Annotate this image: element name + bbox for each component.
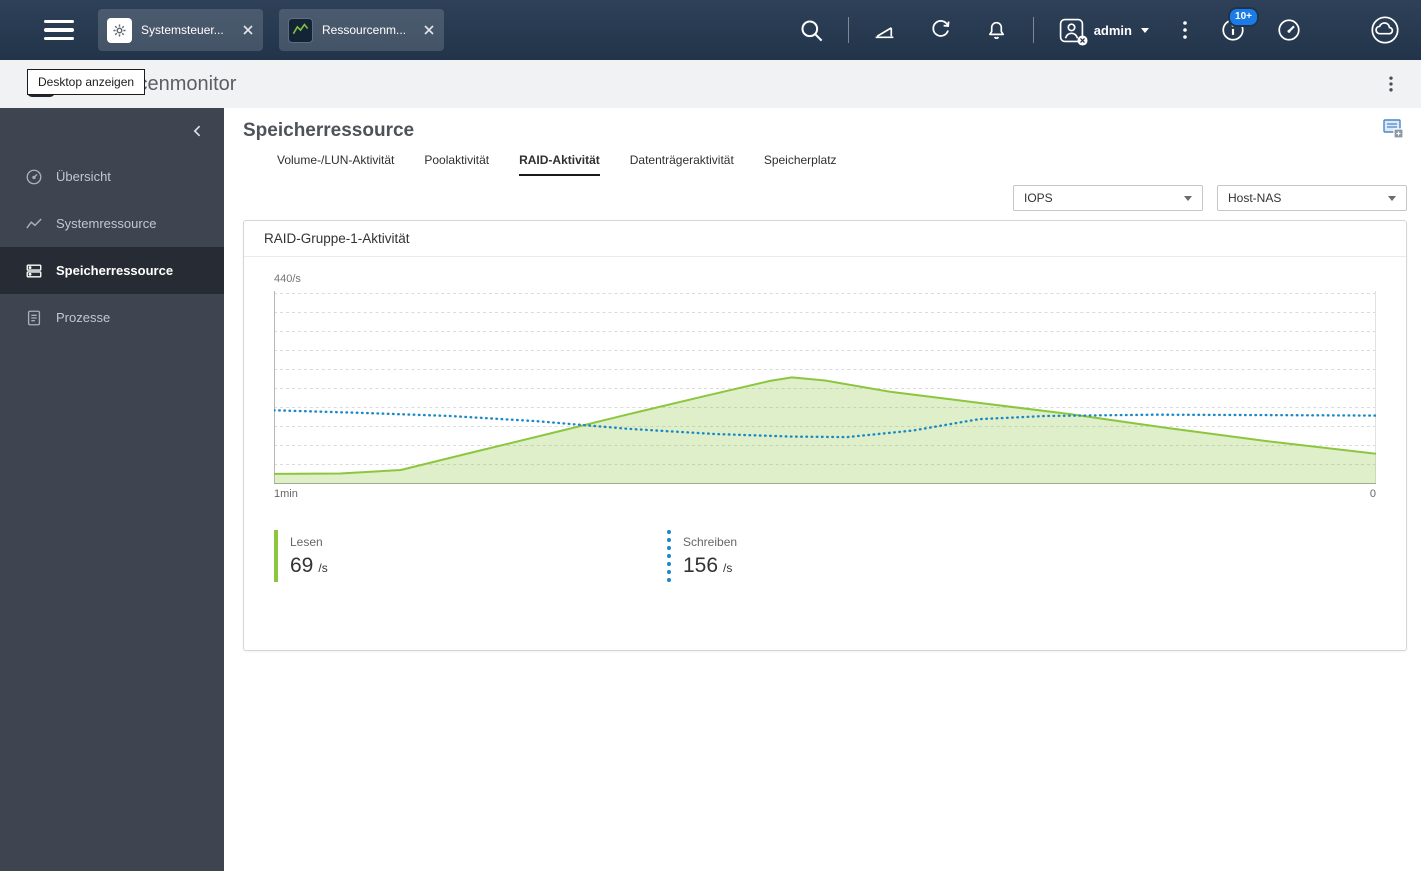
filter-row: IOPS Host-NAS — [243, 185, 1407, 211]
sync-icon[interactable] — [913, 0, 969, 60]
overview-gauge-icon — [26, 169, 42, 184]
system-records-icon[interactable] — [1381, 116, 1407, 147]
close-tab-icon[interactable] — [418, 25, 434, 35]
tab-speicherplatz[interactable]: Speicherplatz — [764, 153, 837, 176]
process-list-icon — [27, 310, 41, 325]
host-select[interactable]: Host-NAS — [1217, 185, 1407, 211]
chart-legend: Lesen 69 /s Schreiben 156 /s — [244, 530, 1406, 582]
taskbar-tab-label: Systemsteuer... — [141, 23, 224, 37]
y-axis-max-label: 440/s — [274, 273, 301, 285]
raid-activity-chart: 440/s 1min 0 — [244, 257, 1406, 500]
user-avatar-icon — [1058, 17, 1088, 46]
sidebar-item-label: Speicherressource — [56, 263, 174, 278]
resource-monitor-chart-icon — [288, 17, 313, 43]
sidebar: Übersicht Systemressource Speicherressou… — [0, 108, 224, 871]
divider — [847, 17, 849, 43]
legend-unit: /s — [723, 560, 733, 575]
sidebar-collapse-chevron-icon[interactable] — [0, 108, 224, 153]
sidebar-item-systemressource[interactable]: Systemressource — [0, 200, 224, 247]
topbar: Systemsteuer... Ressourcenm... admin 10+ — [0, 0, 1421, 60]
legend-value: 156 — [683, 553, 719, 577]
main-menu-icon[interactable] — [44, 19, 74, 41]
user-menu[interactable]: admin — [1042, 17, 1165, 46]
myqnapcloud-icon[interactable] — [1357, 0, 1413, 60]
control-panel-gear-icon — [107, 17, 132, 43]
chevron-down-icon — [1184, 195, 1192, 201]
card-title: RAID-Gruppe-1-Aktivität — [244, 221, 1406, 257]
sidebar-item-label: Prozesse — [56, 310, 111, 325]
page-title: Speicherressource — [243, 120, 415, 141]
main-content: Speicherressource Volume-/LUN-Aktivität … — [224, 108, 1421, 871]
taskbar-tabs: Systemsteuer... Ressourcenm... — [98, 9, 444, 51]
desktop-anzeigen-tooltip: Desktop anzeigen — [27, 69, 146, 95]
notifications-info-icon[interactable]: 10+ — [1205, 0, 1261, 60]
taskbar-tab-label: Ressourcenm... — [322, 23, 407, 37]
raid-activity-card: RAID-Gruppe-1-Aktivität 440/s 1min 0 Les… — [243, 220, 1407, 651]
sidebar-item-label: Systemressource — [56, 216, 157, 231]
x-axis-left-label: 1min — [274, 488, 298, 500]
close-tab-icon[interactable] — [237, 25, 253, 35]
more-options-icon[interactable] — [1165, 0, 1205, 60]
background-tasks-icon[interactable] — [857, 0, 913, 60]
legend-value: 69 — [290, 553, 314, 577]
legend-item-lesen: Lesen 69 /s — [274, 530, 667, 582]
x-axis-labels: 1min 0 — [274, 488, 1376, 500]
tab-poolaktivitaet[interactable]: Poolaktivität — [424, 153, 489, 176]
plot-area — [274, 291, 1376, 484]
metric-select[interactable]: IOPS — [1013, 185, 1203, 211]
activity-tabs: Volume-/LUN-Aktivität Poolaktivität RAID… — [277, 153, 1407, 176]
taskbar-tab-control-panel[interactable]: Systemsteuer... — [98, 9, 263, 51]
chevron-down-icon — [1388, 195, 1396, 201]
user-status-badge-icon — [1077, 34, 1088, 46]
screen: Systemsteuer... Ressourcenm... admin 10+… — [0, 0, 1421, 871]
legend-unit: /s — [318, 560, 328, 575]
window-options-kebab-icon[interactable] — [1379, 72, 1403, 96]
dashboard-gauge-icon[interactable] — [1261, 0, 1317, 60]
tab-raid-aktivitaet[interactable]: RAID-Aktivität — [519, 153, 600, 176]
x-axis-right-label: 0 — [1369, 488, 1376, 500]
notifications-bell-icon[interactable] — [969, 0, 1025, 60]
notification-count-badge: 10+ — [1228, 7, 1259, 27]
topbar-actions: admin 10+ — [784, 0, 1413, 60]
divider — [1032, 17, 1034, 43]
search-icon[interactable] — [784, 0, 840, 60]
line-chart-icon — [26, 218, 42, 228]
legend-item-schreiben: Schreiben 156 /s — [667, 530, 737, 582]
tab-volume-lun-aktivitaet[interactable]: Volume-/LUN-Aktivität — [277, 153, 394, 176]
chevron-down-icon — [1141, 27, 1149, 33]
sidebar-item-speicherressource[interactable]: Speicherressource — [0, 247, 224, 294]
username-label: admin — [1093, 22, 1132, 38]
sidebar-item-label: Übersicht — [56, 169, 111, 184]
legend-label: Lesen — [290, 534, 323, 549]
raid-activity-plot-svg — [274, 291, 1376, 484]
sidebar-item-uebersicht[interactable]: Übersicht — [0, 153, 224, 200]
tab-datentraegeraktivitaet[interactable]: Datenträgeraktivität — [630, 153, 734, 176]
sidebar-item-prozesse[interactable]: Prozesse — [0, 294, 224, 341]
window-titlebar: Ressourcenmonitor Desktop anzeigen — [0, 60, 1421, 108]
legend-label: Schreiben — [683, 534, 738, 549]
metric-select-value: IOPS — [1024, 191, 1053, 205]
storage-stack-icon — [26, 263, 42, 278]
taskbar-tab-resource-monitor[interactable]: Ressourcenm... — [279, 9, 444, 51]
host-select-value: Host-NAS — [1228, 191, 1282, 205]
